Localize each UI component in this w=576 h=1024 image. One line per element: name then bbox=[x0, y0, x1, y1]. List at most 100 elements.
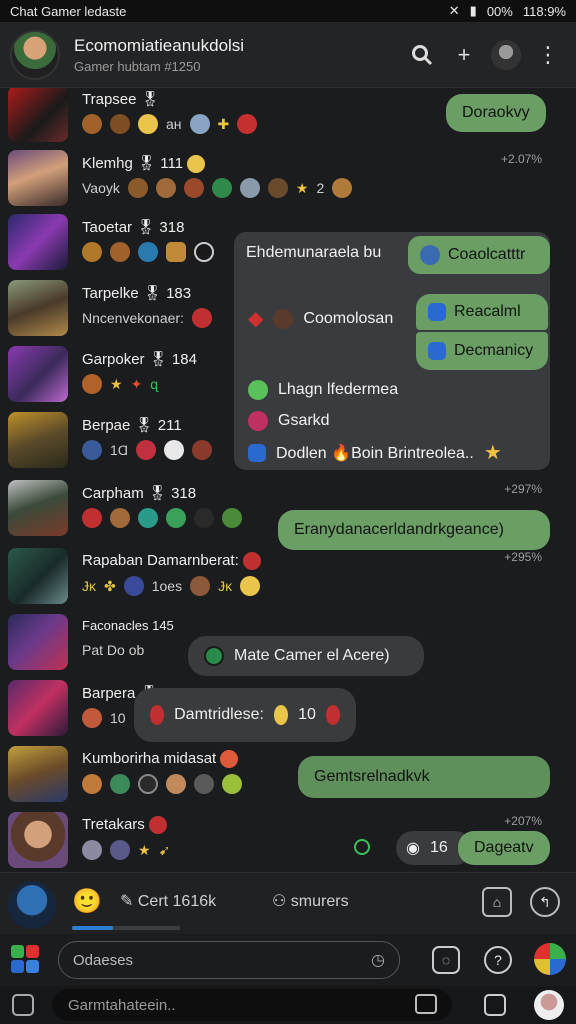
planet-icon bbox=[420, 245, 440, 265]
chat-preview-text: ан bbox=[166, 116, 182, 132]
chat-name: Taoetar 🎖 318 bbox=[82, 219, 185, 236]
members-text: smurers bbox=[290, 893, 349, 910]
message-bubble[interactable]: Gemtsrelnadkvk bbox=[298, 756, 550, 798]
chat-preview-text: Pat Do ob bbox=[82, 642, 145, 658]
badge-icon bbox=[82, 440, 102, 460]
popup-chip[interactable]: Reacalml bbox=[416, 294, 548, 330]
camera-icon[interactable]: ◌ bbox=[432, 946, 460, 974]
chat-name: Garpoker 🎖 184 bbox=[82, 351, 197, 368]
badge-icon bbox=[110, 114, 130, 134]
popup-item[interactable]: Gsarkd bbox=[248, 411, 330, 431]
user-avatar[interactable] bbox=[534, 990, 564, 1020]
badge-icon bbox=[82, 508, 102, 528]
clock-icon[interactable]: ◷ bbox=[371, 950, 385, 970]
add-icon[interactable]: + bbox=[446, 37, 482, 73]
my-avatar[interactable] bbox=[8, 881, 56, 929]
game-icon bbox=[204, 646, 224, 666]
chat-name: Rapaban Damarnberat: bbox=[82, 552, 261, 571]
chat-preview-text: Nncenvekonaer: bbox=[82, 310, 184, 326]
send-icon[interactable] bbox=[415, 994, 437, 1014]
secondary-input[interactable]: Garmtahateein.. bbox=[52, 989, 452, 1021]
popup-item-label: Coomolosan bbox=[303, 309, 394, 327]
gem-icon bbox=[237, 114, 258, 134]
battery-text: 00% bbox=[486, 3, 513, 19]
composer-field-text: Cert 1616k bbox=[137, 893, 217, 910]
popup-title: Ehdemunaraela bu bbox=[246, 244, 382, 261]
members-button[interactable]: ⚇ smurers bbox=[272, 891, 349, 911]
popup-chip-label: Coaolcatttr bbox=[448, 246, 526, 263]
chat-preview: Vaoyk ★ 2 bbox=[82, 178, 353, 198]
chat-preview-text: 10 bbox=[110, 710, 126, 726]
more-menu-icon[interactable]: ⋮ bbox=[530, 37, 566, 73]
chat-time: +207% bbox=[504, 814, 542, 828]
chat-thumbnail bbox=[8, 412, 68, 468]
chat-name-text: Rapaban Damarnberat: bbox=[82, 552, 239, 569]
chat-thumbnail bbox=[8, 346, 68, 402]
chat-icon: ◉ bbox=[406, 840, 420, 857]
popup-item[interactable]: Dodlen 🔥Boin Brintreolea.. ★ bbox=[248, 440, 502, 465]
badge-icon bbox=[110, 774, 130, 794]
popup-item-label: Gsarkd bbox=[278, 412, 330, 429]
message-bubble[interactable]: Mate Camer el Acere) bbox=[188, 636, 424, 676]
badge-icon bbox=[267, 178, 288, 198]
ghost-icon bbox=[164, 440, 185, 460]
composer-bar: 🙂 ✎ Cert 1616k ⚇ smurers ⌂ ↰ bbox=[0, 872, 576, 934]
message-bubble[interactable]: Doraokvy bbox=[446, 94, 546, 132]
profile-button[interactable] bbox=[488, 37, 524, 73]
app-titles[interactable]: Ecomomiatieanukdolsi Gamer hubtam #1250 bbox=[74, 36, 398, 74]
message-bubble[interactable]: Eranydanacerldandrkgeance) bbox=[278, 510, 550, 550]
badge-icon bbox=[194, 508, 214, 528]
popup-chip[interactable]: Coaolcatttr bbox=[408, 236, 550, 274]
chat-list[interactable]: Trapsee 🎖 ан ✚ Klemhg 🎖 111 Vaoyk ★ 2 +2… bbox=[0, 88, 576, 872]
badge-icon bbox=[222, 508, 242, 528]
badge-icon bbox=[127, 178, 148, 198]
chat-name-text: Tretakars bbox=[82, 816, 145, 833]
attachment-icon[interactable] bbox=[12, 994, 34, 1016]
popup-item[interactable]: ◆ Coomolosan bbox=[248, 306, 393, 331]
assistant-icon[interactable] bbox=[534, 943, 566, 975]
chat-row[interactable]: Rapaban Damarnberat: Ɉĸ ✤ 1oes Ɉĸ +295% bbox=[0, 544, 576, 610]
message-bubble[interactable]: Damtridlese: 10 bbox=[134, 688, 356, 742]
chat-thumbnail bbox=[8, 88, 68, 142]
chat-thumbnail bbox=[8, 280, 68, 336]
chat-thumbnail bbox=[8, 480, 68, 536]
chat-row[interactable]: Klemhg 🎖 111 Vaoyk ★ 2 +2.07% bbox=[0, 146, 576, 212]
location-icon[interactable]: ⌂ bbox=[482, 887, 512, 917]
help-icon[interactable]: ? bbox=[484, 946, 512, 974]
count-text: 2 bbox=[316, 180, 325, 196]
arrow-icon: ➹ bbox=[158, 841, 171, 858]
composer-field[interactable]: ✎ Cert 1616k bbox=[120, 891, 216, 911]
bottom-bar: Garmtahateein.. bbox=[0, 986, 576, 1024]
ring-icon: ɋ bbox=[150, 376, 159, 392]
gallery-icon[interactable] bbox=[484, 994, 506, 1016]
chat-name: Trapsee 🎖 bbox=[82, 91, 160, 108]
group-avatar[interactable] bbox=[10, 29, 60, 80]
chat-preview bbox=[82, 242, 214, 262]
message-input[interactable]: Odaeses ◷ bbox=[58, 941, 400, 979]
star-icon: ★ bbox=[110, 375, 123, 392]
search-icon[interactable] bbox=[404, 37, 440, 73]
message-input-placeholder: Odaeses bbox=[73, 951, 134, 969]
chat-thumbnail bbox=[8, 214, 68, 270]
gem-icon bbox=[136, 440, 157, 460]
badge-icon bbox=[222, 774, 242, 794]
popup-item[interactable]: Lhagn lfedermea bbox=[248, 380, 398, 400]
emoji-icon bbox=[273, 705, 289, 725]
chat-preview-text: Vaoyk bbox=[82, 180, 120, 196]
chat-preview: ★ ➹ bbox=[82, 840, 170, 860]
reply-icon[interactable]: ↰ bbox=[530, 887, 560, 917]
chat-preview bbox=[82, 774, 242, 794]
badge-icon bbox=[192, 440, 213, 460]
emoji-icon bbox=[138, 114, 158, 134]
emoji-icon bbox=[187, 155, 206, 174]
chat-preview: 1Ɑ bbox=[82, 440, 213, 460]
badge-icon bbox=[155, 178, 176, 198]
chat-name: Klemhg 🎖 111 bbox=[82, 154, 206, 174]
apps-icon[interactable] bbox=[10, 944, 40, 974]
message-bubble[interactable]: Dageatv bbox=[458, 831, 550, 865]
badge-icon bbox=[138, 508, 158, 528]
emoji-icon[interactable]: 🙂 bbox=[72, 887, 102, 916]
popup-chip[interactable]: Decmanicy bbox=[416, 332, 548, 370]
skull-icon bbox=[189, 114, 210, 134]
facebook-icon bbox=[428, 303, 446, 321]
